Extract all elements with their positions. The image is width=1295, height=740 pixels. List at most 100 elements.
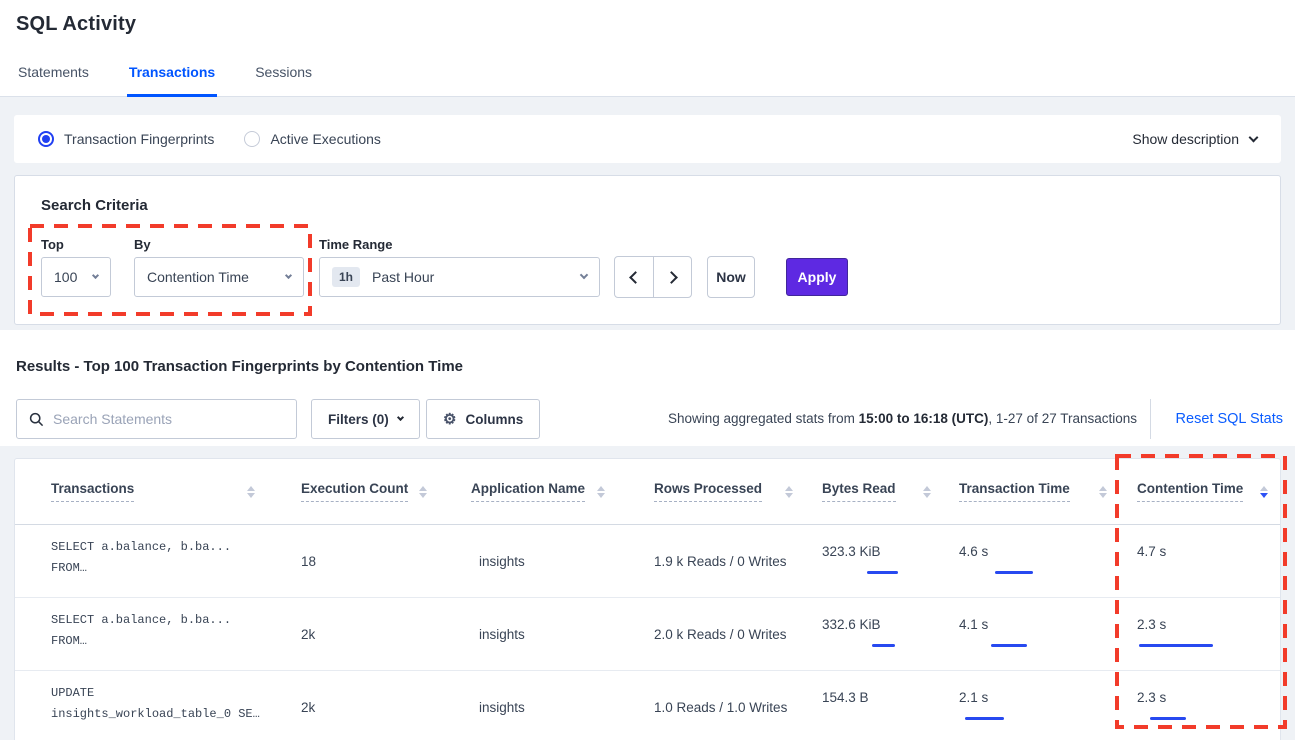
stats-suffix: , 1-27 of 27 Transactions bbox=[988, 411, 1137, 426]
column-header-bytes-read[interactable]: Bytes Read bbox=[805, 459, 943, 524]
columns-button[interactable]: ⚙ Columns bbox=[426, 399, 540, 439]
sort-icon bbox=[923, 486, 931, 498]
chevron-down-icon bbox=[580, 271, 588, 279]
transaction-fingerprint-link[interactable]: SELECT a.balance, b.ba...FROM… bbox=[15, 598, 267, 670]
top-label: Top bbox=[41, 237, 64, 252]
gear-icon: ⚙ bbox=[443, 412, 456, 427]
view-toggle-group: Transaction Fingerprints Active Executio… bbox=[38, 115, 381, 163]
results-section: Results - Top 100 Transaction Fingerprin… bbox=[0, 330, 1295, 446]
search-criteria-card: Search Criteria Top 100 By Contention Ti… bbox=[14, 175, 1281, 325]
execution-count-bar bbox=[422, 657, 504, 670]
column-header-application-name[interactable]: Application Name bbox=[439, 459, 617, 524]
column-header-transaction-time[interactable]: Transaction Time bbox=[943, 459, 1119, 524]
search-statements-input[interactable] bbox=[53, 411, 284, 427]
radio-selected-icon bbox=[38, 131, 54, 147]
bar-stddev bbox=[965, 717, 1004, 720]
transaction-fingerprint-link[interactable]: SELECT a.balance, b.ba...FROM… bbox=[15, 525, 267, 597]
contention-time-cell: 2.3 s bbox=[1119, 598, 1280, 670]
view-toggle-band: Transaction Fingerprints Active Executio… bbox=[14, 115, 1281, 163]
column-header-rows-processed[interactable]: Rows Processed bbox=[617, 459, 805, 524]
by-label: By bbox=[134, 237, 151, 252]
column-header-execution-count[interactable]: Execution Count bbox=[267, 459, 439, 524]
tab-bar: Statements Transactions Sessions bbox=[16, 64, 314, 97]
radio-transaction-fingerprints[interactable]: Transaction Fingerprints bbox=[38, 131, 214, 147]
table-row: UPDATEinsights_workload_table_0 SE… 2k i… bbox=[15, 671, 1280, 740]
search-criteria-title: Search Criteria bbox=[41, 197, 148, 214]
sort-icon bbox=[597, 486, 605, 498]
radio-label: Active Executions bbox=[270, 131, 381, 147]
transaction-time-cell: 2.1 s bbox=[943, 671, 1119, 740]
rows-processed-cell: 2.0 k Reads / 0 Writes bbox=[617, 598, 805, 670]
table-row: SELECT a.balance, b.ba...FROM… 18 insigh… bbox=[15, 525, 1280, 598]
show-description-toggle[interactable]: Show description bbox=[1132, 115, 1257, 163]
toolbar-divider bbox=[1150, 399, 1151, 439]
time-range-value: Past Hour bbox=[372, 269, 581, 285]
columns-button-label: Columns bbox=[465, 412, 523, 427]
bar-stddev bbox=[1150, 717, 1186, 720]
rows-processed-cell: 1.0 Reads / 1.0 Writes bbox=[617, 671, 805, 740]
bytes-read-cell: 332.6 KiB bbox=[805, 598, 943, 670]
sort-icon-active-desc bbox=[1260, 486, 1268, 498]
column-header-contention-time[interactable]: Contention Time bbox=[1119, 459, 1280, 524]
previous-range-button[interactable] bbox=[615, 257, 653, 297]
time-range-label: Time Range bbox=[319, 237, 392, 252]
radio-unselected-icon bbox=[244, 131, 260, 147]
bytes-read-bar bbox=[822, 639, 904, 652]
apply-button[interactable]: Apply bbox=[786, 258, 848, 296]
transaction-fingerprint-link[interactable]: UPDATEinsights_workload_table_0 SE… bbox=[15, 671, 267, 740]
contention-time-cell: 4.7 s bbox=[1119, 525, 1280, 597]
top-select-value: 100 bbox=[54, 269, 93, 285]
contention-time-cell: 2.3 s bbox=[1119, 671, 1280, 740]
now-button-label: Now bbox=[716, 269, 746, 285]
stats-prefix: Showing aggregated stats from bbox=[668, 411, 859, 426]
stats-time-range: 15:00 to 16:18 (UTC) bbox=[859, 411, 989, 426]
contention-time-bar bbox=[1137, 566, 1219, 579]
bar-stddev bbox=[867, 571, 898, 574]
tab-transactions[interactable]: Transactions bbox=[127, 64, 217, 97]
execution-count-cell: 18 bbox=[267, 525, 439, 597]
chevron-down-icon bbox=[92, 271, 99, 278]
tab-sessions[interactable]: Sessions bbox=[253, 64, 314, 97]
transaction-time-bar bbox=[959, 712, 1041, 725]
time-range-pager bbox=[614, 256, 692, 298]
filters-button[interactable]: Filters (0) bbox=[311, 399, 420, 439]
reset-sql-stats-label: Reset SQL Stats bbox=[1176, 411, 1283, 427]
sort-icon bbox=[247, 486, 255, 498]
transaction-time-bar bbox=[959, 566, 1041, 579]
transaction-time-cell: 4.1 s bbox=[943, 598, 1119, 670]
transaction-time-cell: 4.6 s bbox=[943, 525, 1119, 597]
search-icon bbox=[29, 412, 44, 427]
next-range-button[interactable] bbox=[653, 257, 691, 297]
sort-icon bbox=[419, 486, 427, 498]
show-description-label: Show description bbox=[1132, 131, 1239, 147]
time-range-select[interactable]: 1h Past Hour bbox=[319, 257, 600, 297]
bar-stddev bbox=[1139, 644, 1213, 647]
bytes-read-bar bbox=[822, 566, 904, 579]
chevron-right-icon bbox=[665, 271, 678, 284]
search-statements-box bbox=[16, 399, 297, 439]
top-select[interactable]: 100 bbox=[41, 257, 111, 297]
now-button[interactable]: Now bbox=[707, 256, 755, 298]
table-header-row: Transactions Execution Count Application… bbox=[15, 459, 1280, 525]
execution-count-bar bbox=[423, 584, 505, 597]
bytes-read-cell: 323.3 KiB bbox=[805, 525, 943, 597]
rows-processed-cell: 1.9 k Reads / 0 Writes bbox=[617, 525, 805, 597]
radio-active-executions[interactable]: Active Executions bbox=[244, 131, 381, 147]
chevron-down-icon bbox=[1249, 132, 1259, 142]
sort-icon bbox=[1099, 486, 1107, 498]
chevron-down-icon bbox=[285, 271, 292, 278]
apply-button-label: Apply bbox=[798, 269, 837, 285]
transaction-time-bar bbox=[959, 639, 1041, 652]
aggregated-stats-text: Showing aggregated stats from 15:00 to 1… bbox=[668, 411, 1137, 426]
chevron-left-icon bbox=[629, 271, 642, 284]
time-range-badge: 1h bbox=[332, 267, 360, 287]
column-header-transactions[interactable]: Transactions bbox=[15, 459, 267, 524]
contention-time-bar bbox=[1137, 712, 1219, 725]
tab-statements[interactable]: Statements bbox=[16, 64, 91, 97]
execution-count-cell: 2k bbox=[267, 671, 439, 740]
bar-stddev bbox=[872, 644, 895, 647]
by-select[interactable]: Contention Time bbox=[134, 257, 304, 297]
reset-sql-stats-link[interactable]: Reset SQL Stats bbox=[1176, 399, 1283, 439]
app-header: SQL Activity Statements Transactions Ses… bbox=[0, 0, 1295, 97]
sort-icon bbox=[785, 486, 793, 498]
